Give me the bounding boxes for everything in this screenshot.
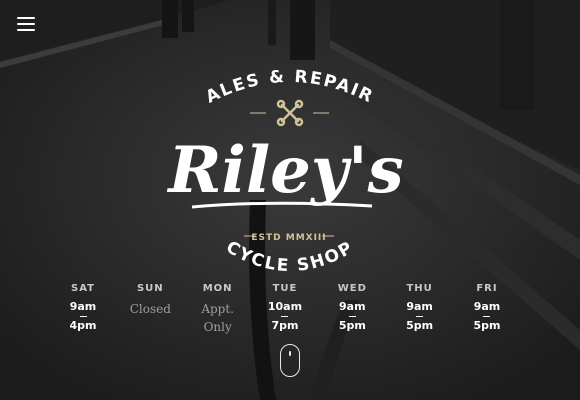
hours-fri: FRI 9am 5pm [454, 282, 520, 336]
hours-wed: WED 9am 5pm [319, 282, 385, 336]
day-label: TUE [272, 283, 298, 294]
crossed-wrenches-icon [276, 99, 304, 127]
open-time: 9am [69, 300, 97, 313]
hours-thu: THU 9am 5pm [387, 282, 453, 336]
open-time: 9am [473, 300, 501, 313]
hours-sat: SAT 9am 4pm [50, 282, 116, 336]
logo-subtitle: CYCLE SHOP [222, 237, 357, 276]
day-label: SAT [71, 283, 95, 294]
day-label: SUN [136, 283, 164, 294]
day-label: WED [337, 283, 367, 294]
logo-name: Riley's [166, 133, 403, 208]
appointment-note: Only [203, 320, 232, 334]
day-label: MON [202, 283, 233, 294]
scroll-down-button[interactable] [280, 344, 300, 377]
close-time: 5pm [406, 319, 434, 332]
mouse-scroll-icon [289, 351, 291, 356]
shop-logo: SALES & REPAIRS Riley's ESTD MMXIII CYCL… [0, 0, 404, 276]
closed-label: Closed [129, 302, 171, 316]
hours-tue: TUE 10am 7pm [252, 282, 318, 336]
close-time: 4pm [69, 319, 97, 332]
close-time: 5pm [338, 319, 366, 332]
logo-established: ESTD MMXIII [251, 233, 326, 243]
close-time: 5pm [473, 319, 501, 332]
open-time: 9am [406, 300, 433, 313]
hours-sun: SUN Closed [117, 282, 183, 336]
close-time: 7pm [271, 319, 299, 332]
opening-hours: SAT 9am 4pm SUN Closed MON Appt. Only TU… [50, 282, 520, 336]
appointment-note: Appt. [201, 302, 234, 316]
day-label: THU [406, 283, 433, 294]
open-time: 9am [339, 300, 366, 313]
day-label: FRI [476, 283, 498, 294]
open-time: 10am [267, 300, 303, 313]
logo-tagline: SALES & REPAIRS [0, 0, 377, 108]
hours-mon: MON Appt. Only [185, 282, 251, 336]
